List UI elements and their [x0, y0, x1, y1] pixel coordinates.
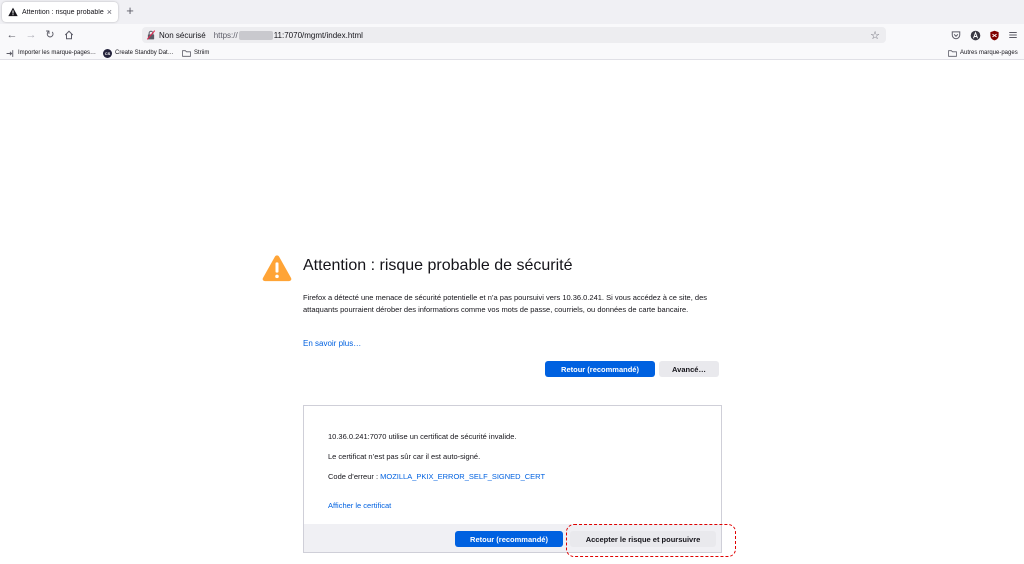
account-icon[interactable] — [968, 28, 982, 42]
cs-badge-icon: CS — [103, 48, 112, 58]
new-tab-button[interactable]: + — [124, 4, 136, 18]
bookmark-label: Striim — [194, 50, 210, 56]
folder-icon — [948, 49, 957, 57]
error-code-line: Code d’erreur : MOZILLA_PKIX_ERROR_SELF_… — [328, 472, 545, 481]
url-prefix: https:// — [213, 30, 238, 40]
bookmark-striim[interactable]: Striim — [182, 47, 209, 59]
bookmark-create-standby[interactable]: CS Create Standby Dat… — [103, 47, 174, 59]
url-text[interactable]: https:// 11:7070/mgmt/index.html — [213, 30, 363, 40]
forward-button[interactable]: → — [24, 28, 38, 42]
bookmark-label: Importer les marque-pages… — [18, 50, 97, 56]
advanced-button[interactable]: Avancé… — [659, 361, 719, 377]
import-icon — [6, 49, 14, 57]
warning-icon — [8, 7, 18, 17]
folder-icon — [182, 49, 191, 57]
tab-title: Attention : risque probable de sécurité — [22, 8, 104, 16]
address-bar[interactable]: Non sécurisé https:// 11:7070/mgmt/index… — [142, 27, 886, 43]
close-tab-icon[interactable]: × — [107, 7, 112, 17]
self-signed-text: Le certificat n’est pas sûr car il est a… — [328, 452, 481, 461]
bookmark-import[interactable]: Importer les marque-pages… — [6, 47, 96, 59]
warning-icon — [262, 255, 292, 282]
error-code-label: Code d’erreur : — [328, 472, 381, 481]
back-button[interactable]: ← — [5, 28, 19, 42]
menu-icon[interactable] — [1006, 28, 1020, 42]
invalid-cert-text: 10.36.0.241:7070 utilise un certificat d… — [328, 432, 517, 441]
bookmarks-toolbar: Importer les marque-pages… CS Create Sta… — [0, 46, 1024, 60]
bookmark-star-icon[interactable]: ☆ — [870, 29, 880, 42]
error-code-link[interactable]: MOZILLA_PKIX_ERROR_SELF_SIGNED_CERT — [380, 472, 545, 481]
reload-button[interactable]: ↻ — [43, 28, 57, 42]
view-certificate-link[interactable]: Afficher le certificat — [328, 501, 391, 510]
active-tab[interactable]: Attention : risque probable de sécurité … — [2, 2, 118, 22]
tab-strip: Attention : risque probable de sécurité … — [0, 0, 1024, 24]
redacted-host — [238, 30, 273, 40]
go-back-button-secondary[interactable]: Retour (recommandé) — [455, 531, 563, 547]
insecure-lock-icon[interactable] — [146, 30, 156, 40]
home-button[interactable] — [62, 28, 76, 42]
page-title: Attention : risque probable de sécurité — [303, 257, 573, 274]
highlight-annotation — [566, 524, 736, 557]
go-back-button[interactable]: Retour (recommandé) — [545, 361, 655, 377]
bookmark-label: Create Standby Dat… — [115, 50, 174, 56]
security-label[interactable]: Non sécurisé — [159, 31, 206, 40]
url-suffix: 11:7070/mgmt/index.html — [273, 30, 363, 40]
pocket-icon[interactable] — [949, 28, 963, 42]
navigation-toolbar: ← → ↻ Non sécurisé https:// 11:7070/mgmt… — [0, 24, 1024, 46]
home-icon — [64, 30, 74, 40]
error-description: Firefox a détecté une menace de sécurité… — [303, 293, 707, 314]
extension-shield-icon[interactable] — [987, 28, 1001, 42]
learn-more-link[interactable]: En savoir plus… — [303, 339, 361, 348]
bookmark-label: Autres marque-pages — [960, 50, 1018, 56]
other-bookmarks[interactable]: Autres marque-pages — [948, 47, 1018, 59]
